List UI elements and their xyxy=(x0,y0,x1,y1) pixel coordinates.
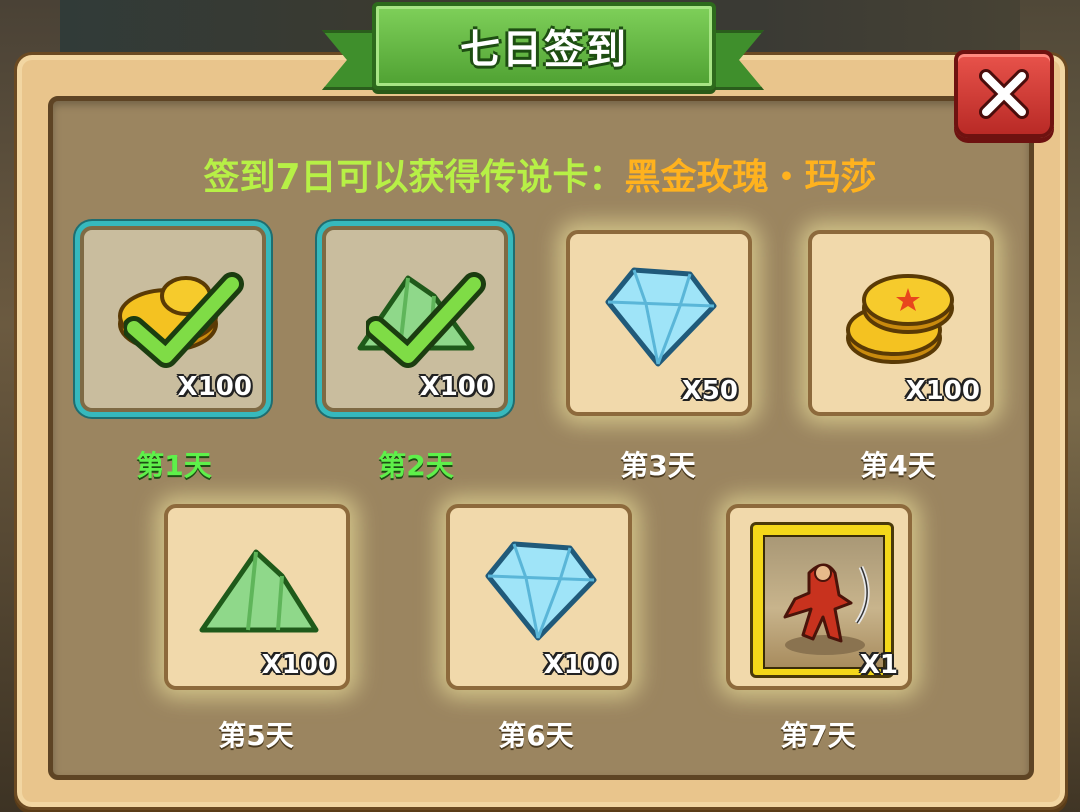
reward-quantity: X100 xyxy=(543,650,618,680)
day-label-5: 第5天 xyxy=(218,719,294,752)
reward-quantity: X100 xyxy=(261,650,336,680)
green-crystal-icon xyxy=(199,549,319,633)
title-ribbon: 七日签到 xyxy=(372,2,716,90)
reward-hint: 签到7日可以获得传说卡：黑金玫瑰・玛莎 xyxy=(60,148,1020,200)
reward-cell-day-5[interactable]: X100 xyxy=(164,504,350,690)
reward-cell-day-2[interactable]: X100 xyxy=(322,226,508,412)
dialog-title: 七日签到 xyxy=(460,27,628,73)
close-icon xyxy=(979,69,1029,119)
reward-quantity: X1 xyxy=(859,650,898,680)
day-label-7: 第7天 xyxy=(780,719,856,752)
reward-cell-day-6[interactable]: X100 xyxy=(446,504,632,690)
close-button[interactable] xyxy=(954,50,1054,138)
diamond-icon xyxy=(605,267,717,367)
day-label-4: 第4天 xyxy=(860,449,936,482)
reward-cell-day-4[interactable]: X100 xyxy=(808,230,994,416)
reward-cell-day-1[interactable]: X100 xyxy=(80,226,266,412)
diamond-icon xyxy=(485,541,597,641)
warrior-figure-icon xyxy=(783,563,870,655)
legend-card-art xyxy=(763,535,885,669)
day-label-1: 第1天 xyxy=(136,449,212,482)
reward-quantity: X100 xyxy=(419,372,494,402)
reward-quantity: X50 xyxy=(681,376,738,406)
check-icon xyxy=(124,272,244,368)
legend-card-name: 黑金玫瑰・玛莎 xyxy=(624,157,877,198)
day-label-3: 第3天 xyxy=(620,449,696,482)
day-label-6: 第6天 xyxy=(498,719,574,752)
reward-hint-prefix: 签到7日可以获得传说卡： xyxy=(203,157,625,198)
gold-coin-icon xyxy=(846,274,954,364)
reward-cell-day-7[interactable]: X1 xyxy=(726,504,912,690)
reward-cell-day-3[interactable]: X50 xyxy=(566,230,752,416)
reward-quantity: X100 xyxy=(177,372,252,402)
reward-quantity: X100 xyxy=(905,376,980,406)
check-icon xyxy=(366,272,486,368)
day-label-2: 第2天 xyxy=(378,449,454,482)
